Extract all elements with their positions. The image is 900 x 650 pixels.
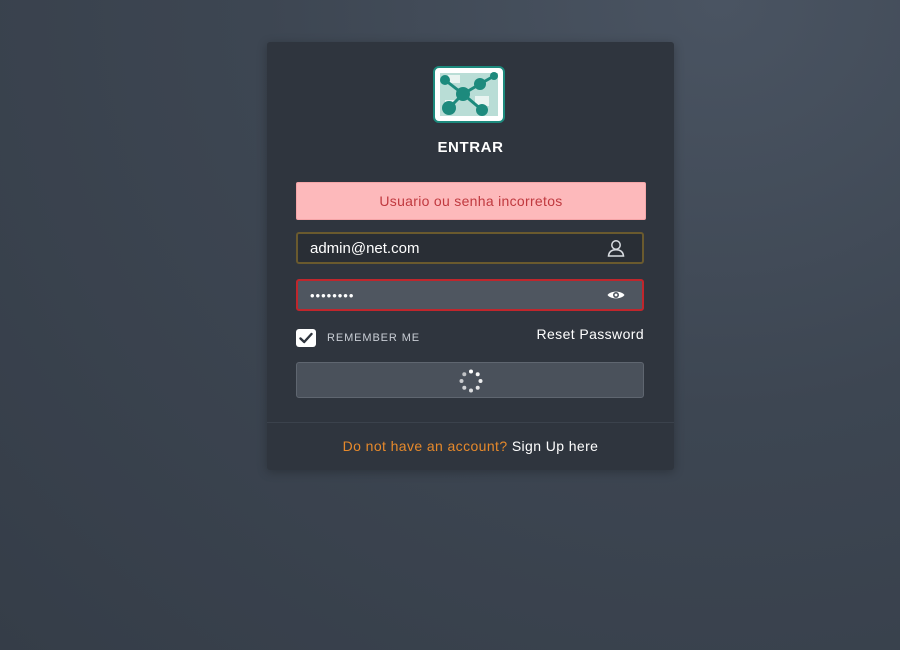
login-card: ENTRAR Usuario ou senha incorretos REMEM… xyxy=(267,42,674,470)
checkmark-icon xyxy=(299,332,313,344)
email-field-wrapper xyxy=(296,232,644,264)
network-graph-logo-icon xyxy=(433,66,505,123)
password-field[interactable] xyxy=(310,281,600,309)
login-title: ENTRAR xyxy=(437,139,504,156)
remember-me-label: REMEMBER ME xyxy=(327,332,421,344)
eye-icon[interactable] xyxy=(606,286,626,304)
remember-me-checkbox[interactable] xyxy=(296,329,316,347)
card-divider xyxy=(267,422,674,423)
email-field[interactable] xyxy=(310,234,600,262)
loading-spinner-icon xyxy=(459,369,483,393)
signup-link[interactable]: Sign Up here xyxy=(512,438,599,454)
reset-password-link[interactable]: Reset Password xyxy=(536,326,644,342)
password-field-wrapper xyxy=(296,279,644,311)
signup-prompt: Do not have an account? xyxy=(342,438,508,454)
signup-footer: Do not have an account? Sign Up here xyxy=(267,438,674,454)
error-alert: Usuario ou senha incorretos xyxy=(296,182,646,220)
user-icon xyxy=(607,240,625,257)
submit-button[interactable] xyxy=(296,362,644,398)
